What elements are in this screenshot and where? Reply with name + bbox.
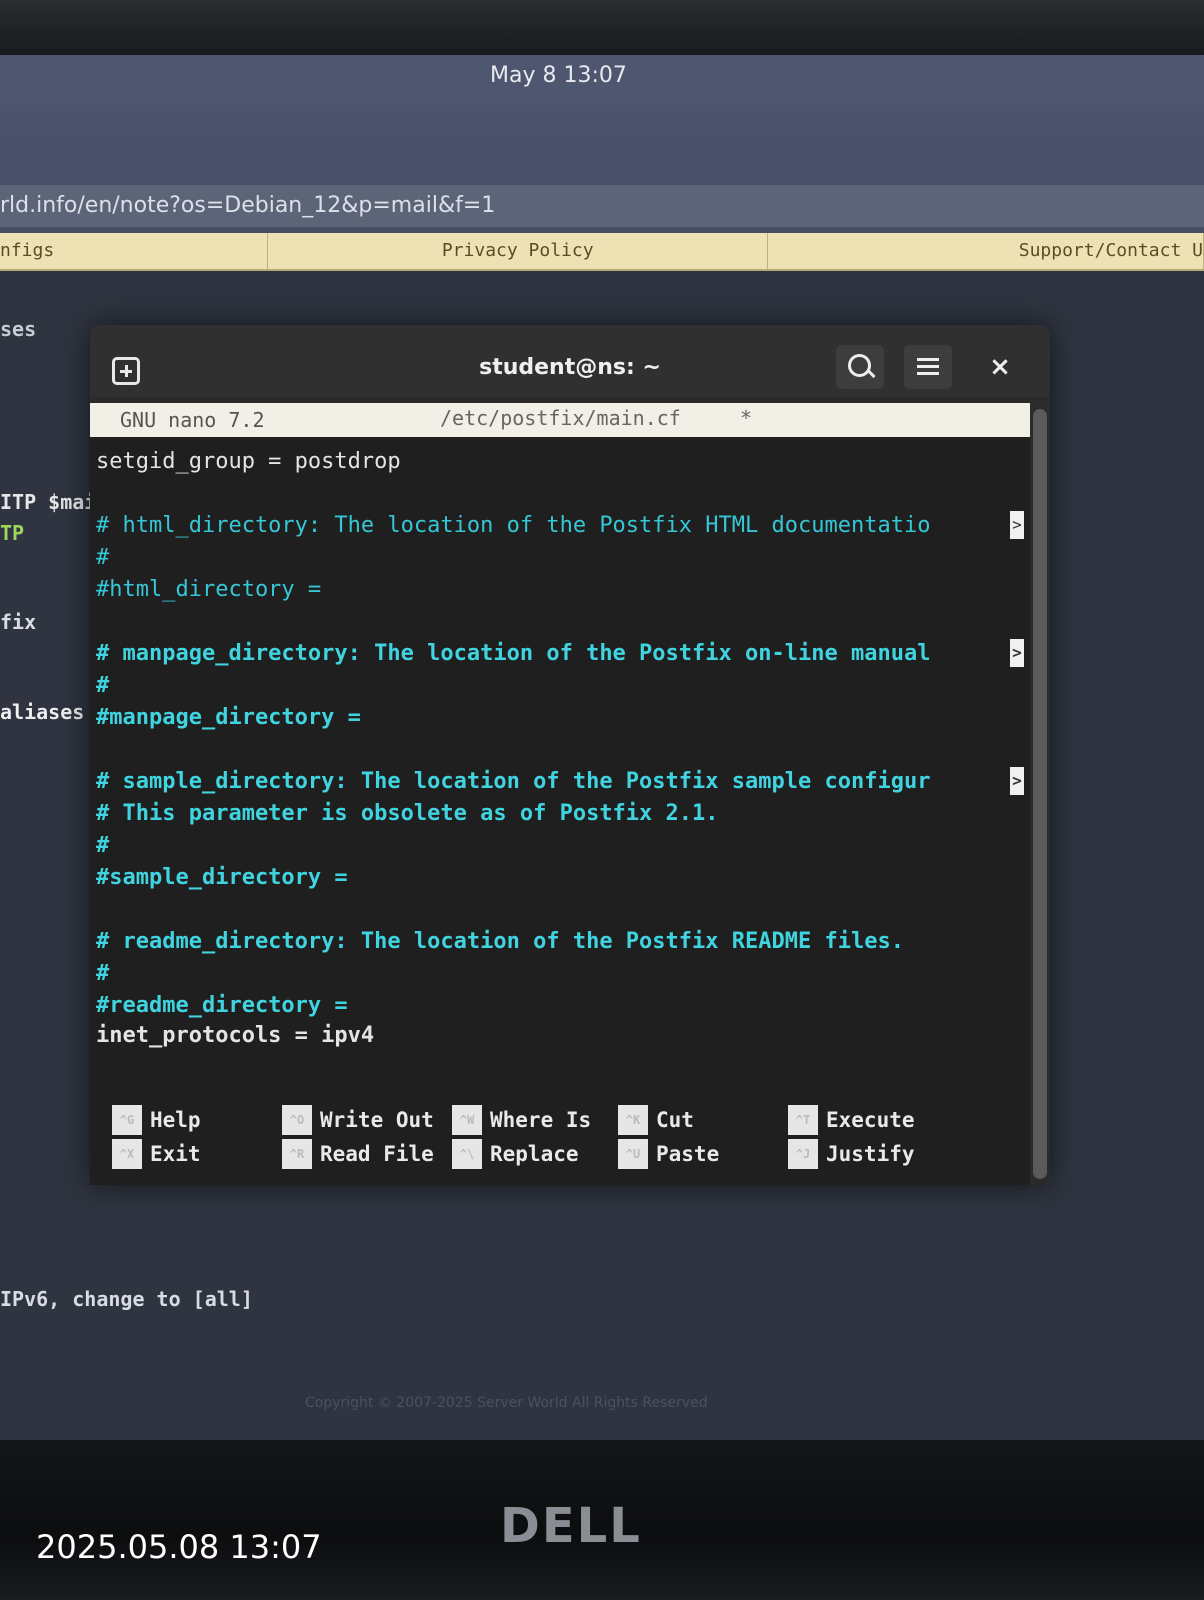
editor-line[interactable]: # manpage_directory: The location of the… [96,639,1024,669]
search-icon[interactable] [836,345,884,389]
photo-timestamp: 2025.05.08 13:07 [36,1528,322,1566]
editor-line[interactable]: # [96,543,109,573]
shortcut-label: Justify [826,1142,915,1166]
browser-url[interactable]: rld.info/en/note?os=Debian_12&p=mail&f=1 [0,193,495,218]
editor-line[interactable]: inet_protocols = ipv4 [96,1021,374,1051]
shortcut-key: ^R [282,1139,312,1169]
shortcut-label: Where Is [490,1108,592,1132]
line-truncation-marker: > [1010,511,1024,539]
nano-title-bar: GNU nano 7.2 /etc/postfix/main.cf * [90,403,1030,437]
webpage-navbar: nfigs Privacy Policy Support/Contact U [0,233,1204,271]
webpage-copyright: Copyright © 2007-2025 Server World All R… [305,1395,708,1411]
shortcut-replace[interactable]: ^\ Replace [452,1139,579,1169]
browser-address-bar[interactable]: rld.info/en/note?os=Debian_12&p=mail&f=1 [0,185,1204,227]
shortcut-paste[interactable]: ^U Paste [618,1139,719,1169]
editor-line[interactable]: # [96,671,109,701]
editor-line-text: # sample_directory: The location of the … [96,769,931,794]
terminal-window[interactable]: student@ns: ~ × GNU nano 7.2 /etc/postfi… [90,325,1050,1185]
shortcut-where-is[interactable]: ^W Where Is [452,1105,591,1135]
webpage-code-text: TP [0,521,25,545]
nano-shortcut-bar: ^G Help ^X Exit ^O Write Out ^R Read File ^W… [112,1105,1030,1177]
shortcut-key: ^U [618,1139,648,1169]
shortcut-read-file[interactable]: ^R Read File [282,1139,434,1169]
editor-line-text: # manpage_directory: The location of the… [96,641,931,666]
monitor-brand-logo: DELL [500,1498,642,1554]
shortcut-help[interactable]: ^G Help [112,1105,201,1135]
editor-line[interactable]: #html_directory = [96,575,321,605]
nav-item-support-contact[interactable]: Support/Contact U [768,233,1204,269]
shortcut-justify[interactable]: ^J Justify [788,1139,915,1169]
shortcut-key: ^J [788,1139,818,1169]
shortcut-label: Read File [320,1142,434,1166]
shortcut-key: ^T [788,1105,818,1135]
shortcut-label: Exit [150,1142,201,1166]
shortcut-label: Help [150,1108,201,1132]
webpage-code-text: aliases [0,700,85,724]
editor-line[interactable]: setgid_group = postdrop [96,447,401,477]
webpage-code-text: IPv6, change to [all] [0,1287,253,1311]
editor-line[interactable]: # This parameter is obsolete as of Postf… [96,799,719,829]
webpage-code-text: ITP $mai [0,490,97,514]
shortcut-write-out[interactable]: ^O Write Out [282,1105,434,1135]
shortcut-key: ^O [282,1105,312,1135]
monitor-screen: May 8 13:07 rld.info/en/note?os=Debian_1… [0,55,1204,1445]
nano-modified-indicator: * [740,406,753,430]
editor-line[interactable]: #readme_directory = [96,991,348,1021]
terminal-scrollbar[interactable] [1033,409,1047,1179]
monitor-bezel-top [0,0,1204,60]
nano-editor[interactable]: GNU nano 7.2 /etc/postfix/main.cf * setg… [90,403,1030,1185]
gnome-top-bar: May 8 13:07 [0,55,1204,103]
shortcut-execute[interactable]: ^T Execute [788,1105,915,1135]
editor-line[interactable]: #sample_directory = [96,863,348,893]
shortcut-key: ^W [452,1105,482,1135]
webpage-code-text: fix [0,610,37,634]
shortcut-exit[interactable]: ^X Exit [112,1139,201,1169]
nano-filename: /etc/postfix/main.cf [440,406,681,430]
editor-line[interactable]: #manpage_directory = [96,703,361,733]
editor-line[interactable]: # sample_directory: The location of the … [96,767,1024,797]
shortcut-key: ^G [112,1105,142,1135]
close-icon[interactable]: × [978,345,1022,389]
shortcut-label: Write Out [320,1108,434,1132]
line-truncation-marker: > [1010,767,1024,795]
editor-line[interactable]: # html_directory: The location of the Po… [96,511,1024,541]
hamburger-menu-icon[interactable] [904,345,952,389]
shortcut-cut[interactable]: ^K Cut [618,1105,694,1135]
nano-version: GNU nano 7.2 [120,408,265,432]
editor-line[interactable]: # readme_directory: The location of the … [96,927,904,957]
shortcut-key: ^K [618,1105,648,1135]
editor-line[interactable]: # [96,959,109,989]
shortcut-key: ^X [112,1139,142,1169]
editor-line-text: # html_directory: The location of the Po… [96,513,931,538]
line-truncation-marker: > [1010,639,1024,667]
shortcut-label: Execute [826,1108,915,1132]
shortcut-label: Paste [656,1142,720,1166]
terminal-header-bar[interactable]: student@ns: ~ × [90,325,1050,397]
nav-item-privacy-policy[interactable]: Privacy Policy [268,233,769,269]
shortcut-label: Replace [490,1142,579,1166]
webpage-text: ses [0,317,37,341]
shortcut-key: ^\ [452,1139,482,1169]
shortcut-label: Cut [656,1108,694,1132]
nav-item-configs[interactable]: nfigs [0,233,269,269]
editor-line[interactable]: # [96,831,109,861]
top-bar-clock[interactable]: May 8 13:07 [490,63,627,88]
